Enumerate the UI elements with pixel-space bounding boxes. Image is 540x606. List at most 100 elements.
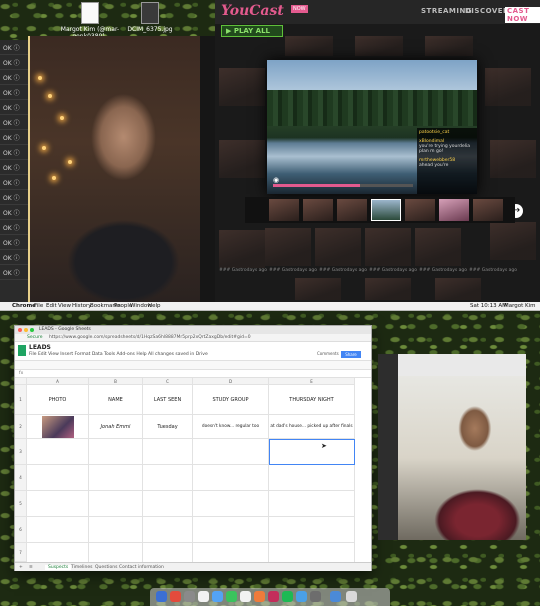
photos-icon[interactable] [240, 591, 251, 602]
row-number[interactable]: 1 [15, 385, 27, 415]
stream-thumbnail[interactable] [219, 230, 265, 268]
video-progress-bar[interactable] [273, 184, 413, 187]
sheet-tab-suspects[interactable]: Suspects [45, 565, 72, 570]
chrome-icon[interactable] [170, 591, 181, 602]
menu-clock[interactable]: Sat 10:13 AM [470, 303, 507, 309]
stream-thumbnail[interactable] [425, 36, 473, 56]
zoom-window-icon[interactable] [30, 328, 34, 332]
youcast-logo[interactable]: YouCast [221, 3, 284, 19]
side-row[interactable]: OK ⓘ [0, 115, 28, 130]
side-row[interactable]: OK ⓘ [0, 85, 28, 100]
menu-history[interactable]: History [72, 303, 92, 309]
url-text[interactable]: https://www.google.com/spreadsheets/d/1H… [49, 335, 251, 340]
sheet-tab-timelines[interactable]: Timelines [71, 565, 92, 570]
side-row[interactable]: OK ⓘ [0, 100, 28, 115]
empty-cell[interactable] [143, 439, 193, 465]
empty-grid-area[interactable] [27, 465, 355, 562]
close-window-icon[interactable] [18, 328, 22, 332]
stream-thumbnail[interactable] [485, 68, 531, 106]
side-row[interactable]: OK ⓘ [0, 145, 28, 160]
formatting-toolbar[interactable] [15, 360, 371, 370]
menu-user[interactable]: Margot Kim [504, 303, 536, 309]
stream-thumbnail[interactable] [295, 278, 341, 300]
column-header[interactable]: D [193, 378, 269, 385]
side-row[interactable]: OK ⓘ [0, 220, 28, 235]
stream-thumbnail[interactable] [355, 36, 403, 56]
side-row[interactable]: OK ⓘ [0, 235, 28, 250]
column-header[interactable]: C [143, 378, 193, 385]
browser-tab[interactable]: LEADS - Google Sheets [39, 327, 91, 332]
header-cell-last-seen[interactable]: LAST SEEN [143, 385, 193, 415]
share-button[interactable]: Share [341, 351, 361, 358]
last-seen-cell[interactable]: Tuesday [143, 415, 193, 439]
formula-bar[interactable]: fx [15, 370, 371, 378]
stream-thumbnail[interactable] [490, 222, 536, 260]
header-cell-thursday-night[interactable]: THURSDAY NIGHT [269, 385, 355, 415]
stream-thumbnail[interactable] [265, 228, 311, 266]
empty-cell[interactable] [193, 439, 269, 465]
column-header[interactable]: A [27, 378, 89, 385]
stream-thumbnail[interactable] [219, 68, 265, 106]
add-sheet-icon[interactable]: + [19, 565, 23, 570]
study-group-cell[interactable]: doesn't know... regular too [193, 415, 269, 439]
spotify-icon[interactable] [282, 591, 293, 602]
stream-thumbnail[interactable] [415, 228, 461, 266]
stream-thumbnail[interactable] [365, 228, 411, 266]
menu-file[interactable]: File [34, 303, 43, 309]
empty-cell[interactable] [27, 439, 89, 465]
stream-thumbnail[interactable] [365, 278, 411, 300]
carousel-thumbnail-active[interactable] [371, 199, 401, 221]
side-row[interactable]: OK ⓘ [0, 265, 28, 280]
nav-cast-now[interactable]: CAST NOW [505, 7, 540, 23]
row-number[interactable]: 7 [15, 543, 27, 562]
nav-discover[interactable]: DISCOVER [465, 7, 509, 15]
stream-thumbnail[interactable] [315, 228, 361, 266]
row-number[interactable]: 4 [15, 465, 27, 491]
carousel-thumbnail[interactable] [269, 199, 299, 221]
downloads-folder-icon[interactable] [330, 591, 341, 602]
itunes-icon[interactable] [268, 591, 279, 602]
finder-icon[interactable] [156, 591, 167, 602]
side-row[interactable]: OK ⓘ [0, 205, 28, 220]
play-all-button[interactable]: ▶ PLAY ALL [221, 25, 283, 37]
menu-chrome[interactable]: Chrome [12, 303, 36, 309]
side-row[interactable]: OK ⓘ [0, 70, 28, 85]
doc-title[interactable]: LEADS [29, 344, 51, 351]
menu-help[interactable]: Help [148, 303, 161, 309]
stream-thumbnail[interactable] [285, 36, 333, 56]
selected-cell[interactable] [269, 439, 355, 465]
menu-view[interactable]: View [58, 303, 71, 309]
messages-icon[interactable] [226, 591, 237, 602]
thursday-night-cell[interactable]: at dad's house... picked up after finals [269, 415, 355, 439]
carousel-thumbnail[interactable] [303, 199, 333, 221]
side-row[interactable]: OK ⓘ [0, 130, 28, 145]
photo-cell[interactable] [27, 415, 89, 439]
sheets-menu[interactable]: File Edit View Insert Format Data Tools … [29, 352, 208, 357]
row-number[interactable]: 5 [15, 491, 27, 517]
image-file-icon[interactable]: DCIM_6375.jpg [120, 2, 180, 33]
sheets-logo-icon[interactable] [18, 345, 26, 356]
carousel-thumbnail[interactable] [405, 199, 435, 221]
side-row[interactable]: OK ⓘ [0, 250, 28, 265]
side-row[interactable]: OK ⓘ [0, 55, 28, 70]
menu-edit[interactable]: Edit [46, 303, 57, 309]
all-sheets-icon[interactable]: ≡ [29, 565, 33, 570]
side-row[interactable]: OK ⓘ [0, 160, 28, 175]
ibooks-icon[interactable] [254, 591, 265, 602]
video-player[interactable]: patootsie_cat xBlondimal you're trying yo… [267, 60, 477, 194]
column-header[interactable]: E [269, 378, 355, 385]
empty-cell[interactable] [89, 439, 143, 465]
header-cell-photo[interactable]: PHOTO [27, 385, 89, 415]
side-row[interactable]: OK ⓘ [0, 190, 28, 205]
corner-cell[interactable] [15, 378, 27, 385]
stream-thumbnail[interactable] [490, 140, 536, 178]
sheet-tab-questions[interactable]: Questions [95, 565, 117, 570]
calendar-icon[interactable] [198, 591, 209, 602]
side-row[interactable]: OK ⓘ [0, 40, 28, 55]
carousel-thumbnail[interactable] [473, 199, 503, 221]
sheet-tab-contact[interactable]: Contact information [119, 565, 164, 570]
header-cell-name[interactable]: NAME [89, 385, 143, 415]
comments-button[interactable]: Comments [317, 351, 339, 356]
app-store-icon[interactable] [296, 591, 307, 602]
stream-thumbnail[interactable] [435, 278, 481, 300]
